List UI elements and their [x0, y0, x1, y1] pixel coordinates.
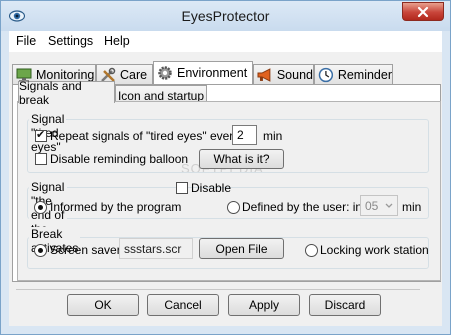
locking-station-label: Locking work station — [320, 243, 429, 257]
screen-saver-radio[interactable] — [34, 244, 47, 257]
button-label: OK — [94, 298, 112, 312]
repeat-minutes-value: 2 — [237, 128, 244, 142]
apply-button[interactable]: Apply — [228, 294, 300, 316]
break-minutes-value: 05 — [365, 198, 379, 213]
button-label: What is it? — [213, 152, 270, 166]
cancel-button[interactable]: Cancel — [147, 294, 219, 316]
subtab-label: Signals and break — [19, 78, 82, 107]
window-title: EyesProtector — [181, 8, 270, 24]
tab-label: Environment — [177, 66, 248, 80]
open-file-button[interactable]: Open File — [199, 238, 284, 259]
repeat-signals-checkbox[interactable] — [35, 128, 47, 142]
title-bar[interactable]: EyesProtector — [1, 1, 450, 31]
button-label: Cancel — [164, 298, 202, 312]
disable-balloon-label: Disable reminding balloon — [50, 152, 189, 166]
disable-balloon-checkbox[interactable] — [35, 153, 47, 165]
subtab-signals-and-break[interactable]: Signals and break — [18, 79, 115, 107]
bottom-separator — [16, 289, 420, 290]
ok-button[interactable]: OK — [67, 294, 139, 316]
megaphone-icon — [257, 67, 271, 82]
screen-saver-label: Screen saver — [50, 243, 121, 257]
disable-end-signal-checkbox[interactable] — [176, 182, 188, 194]
menu-settings[interactable]: Settings — [48, 34, 93, 48]
menu-file[interactable]: File — [16, 34, 36, 48]
repeat-unit-label: min — [263, 129, 283, 143]
menu-help[interactable]: Help — [104, 34, 130, 48]
discard-button[interactable]: Discard — [309, 294, 381, 316]
tab-reminder[interactable]: Reminder — [314, 64, 393, 84]
informed-by-program-radio[interactable] — [34, 201, 47, 214]
break-minutes-unit: min — [402, 200, 422, 214]
disable-end-signal-label: Disable — [191, 181, 232, 195]
screen-saver-field[interactable]: ssstars.scr — [119, 238, 193, 259]
tab-environment[interactable]: Environment — [153, 61, 253, 84]
break-minutes-select[interactable]: 05 — [360, 195, 398, 216]
tab-label: Reminder — [337, 67, 392, 82]
repeat-signals-label: Repeat signals of "tired eyes" every — [50, 129, 240, 143]
menu-bar: File Settings Help — [9, 31, 442, 52]
what-is-it-button[interactable]: What is it? — [199, 149, 284, 169]
chevron-down-icon — [385, 203, 393, 208]
informed-by-program-label: Informed by the program — [50, 200, 182, 214]
tab-sound[interactable]: Sound — [253, 64, 314, 84]
app-window: EyesProtector File Settings Help Monitor… — [0, 0, 451, 335]
screen-saver-value: ssstars.scr — [124, 241, 182, 256]
locking-station-radio[interactable] — [305, 244, 318, 257]
button-label: Apply — [248, 298, 280, 312]
close-button[interactable] — [402, 2, 444, 21]
button-label: Discard — [324, 298, 366, 312]
defined-by-user-radio[interactable] — [227, 201, 240, 214]
clock-icon — [318, 67, 334, 82]
defined-by-user-label: Defined by the user: in — [242, 200, 363, 214]
button-label: Open File — [215, 241, 268, 256]
close-icon — [417, 6, 429, 17]
gear-icon — [158, 66, 172, 80]
repeat-minutes-field[interactable]: 2 — [232, 125, 257, 145]
tab-label: Sound — [276, 67, 313, 82]
tab-label: Care — [120, 67, 148, 82]
